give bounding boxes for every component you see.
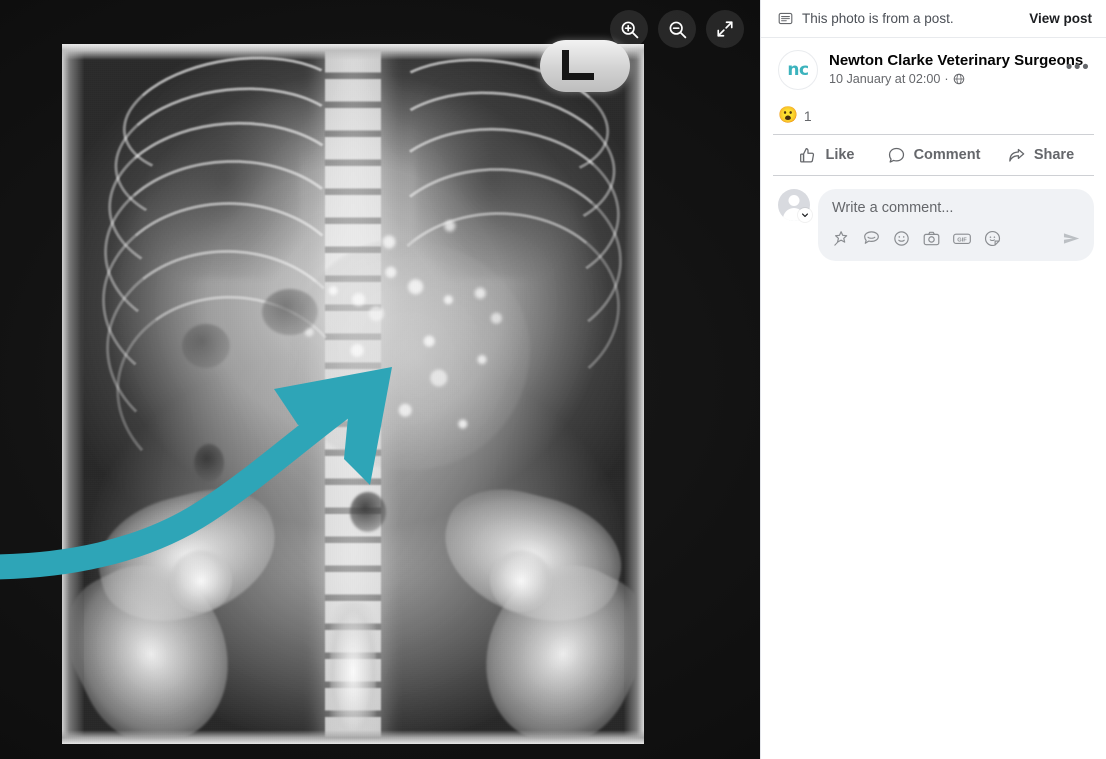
emoji-icon[interactable] — [892, 229, 911, 248]
post-meta: Newton Clarke Veterinary Surgeons 10 Jan… — [829, 50, 1083, 86]
l-marker-glyph — [562, 50, 594, 80]
view-post-link[interactable]: View post — [1029, 11, 1092, 26]
from-post-left: This photo is from a post. — [778, 11, 954, 26]
sidebar-empty-area — [761, 271, 1106, 759]
speech-bubble-icon — [888, 147, 904, 163]
send-paper-plane-icon[interactable] — [1061, 228, 1082, 249]
post-list-icon — [778, 12, 793, 25]
share-button-label: Share — [1033, 147, 1075, 163]
like-button[interactable]: Like — [773, 138, 880, 172]
zoom-in-button[interactable] — [610, 10, 648, 48]
plate-edge-left — [62, 44, 84, 744]
gas-bubble — [262, 289, 318, 335]
comment-input-placeholder: Write a comment... — [832, 200, 954, 216]
page-avatar[interactable]: nc — [778, 50, 818, 90]
share-arrow-icon — [1009, 148, 1025, 162]
avatar-sticker-icon[interactable] — [832, 229, 851, 248]
comment-button[interactable]: Comment — [880, 138, 987, 172]
default-user-avatar[interactable] — [778, 189, 812, 222]
radiograph-image[interactable] — [62, 40, 644, 744]
comment-tools: GIF — [832, 228, 1082, 249]
viewer-toolbar — [610, 10, 744, 48]
from-post-bar: This photo is from a post. View post — [761, 0, 1106, 38]
media-viewer — [0, 0, 760, 759]
post-timestamp-row: 10 January at 02:00 · — [829, 72, 1053, 86]
comment-tools-right — [1061, 228, 1082, 249]
plate-edge-right — [624, 44, 644, 744]
gas-bubble — [350, 492, 386, 532]
svg-text:GIF: GIF — [957, 237, 967, 243]
post-timestamp[interactable]: 10 January at 02:00 — [829, 72, 940, 86]
gif-icon[interactable]: GIF — [952, 229, 972, 248]
sticker-icon[interactable] — [862, 229, 881, 248]
like-button-label: Like — [825, 147, 855, 163]
from-post-label: This photo is from a post. — [802, 11, 954, 26]
page-name-link[interactable]: Newton Clarke Veterinary Surgeons — [829, 51, 1083, 70]
stomach-granular-content-upper — [332, 194, 522, 354]
magnifier-plus-icon — [621, 21, 638, 38]
post-sidebar: This photo is from a post. View post nc … — [760, 0, 1106, 759]
gas-bubble — [182, 324, 230, 368]
wow-reaction-icon: 😮 — [778, 107, 798, 124]
page-avatar-initials: nc — [787, 60, 809, 80]
share-button[interactable]: Share — [987, 138, 1094, 172]
reaction-count: 1 — [803, 108, 812, 124]
post-header: nc Newton Clarke Veterinary Surgeons 10 … — [761, 38, 1106, 100]
comment-composer: Write a comment... GIF — [761, 176, 1106, 271]
comment-tools-left: GIF — [832, 229, 1002, 248]
gas-bubble — [194, 444, 224, 482]
expand-arrows-icon — [717, 21, 733, 37]
zoom-out-button[interactable] — [658, 10, 696, 48]
hip-joint-left — [170, 550, 232, 612]
globe-icon — [953, 73, 964, 85]
comment-button-label: Comment — [913, 147, 981, 163]
reactions-summary[interactable]: 😮 1 — [761, 100, 1106, 134]
post-options-button[interactable]: ••• — [1064, 54, 1092, 82]
comment-input-box[interactable]: Write a comment... GIF — [818, 189, 1094, 261]
fullscreen-button[interactable] — [706, 10, 744, 48]
ellipsis-horizontal-icon: ••• — [1065, 57, 1091, 78]
chevron-down-icon — [802, 213, 808, 218]
avatar-switcher-badge[interactable] — [798, 208, 812, 222]
post-actions-row: Like Comment Share — [773, 134, 1094, 176]
camera-icon[interactable] — [922, 229, 941, 248]
timestamp-separator: · — [944, 72, 949, 86]
magnifier-minus-icon — [669, 21, 686, 38]
hip-joint-right — [490, 550, 552, 612]
plate-edge-bottom — [62, 730, 644, 744]
radiograph-canvas — [62, 44, 644, 744]
photo-viewer-app: This photo is from a post. View post nc … — [0, 0, 1106, 759]
avatar-head — [788, 195, 800, 206]
sticker-face-icon[interactable] — [983, 229, 1002, 248]
sacrum-tail — [330, 602, 376, 742]
thumbs-up-icon — [800, 147, 815, 162]
